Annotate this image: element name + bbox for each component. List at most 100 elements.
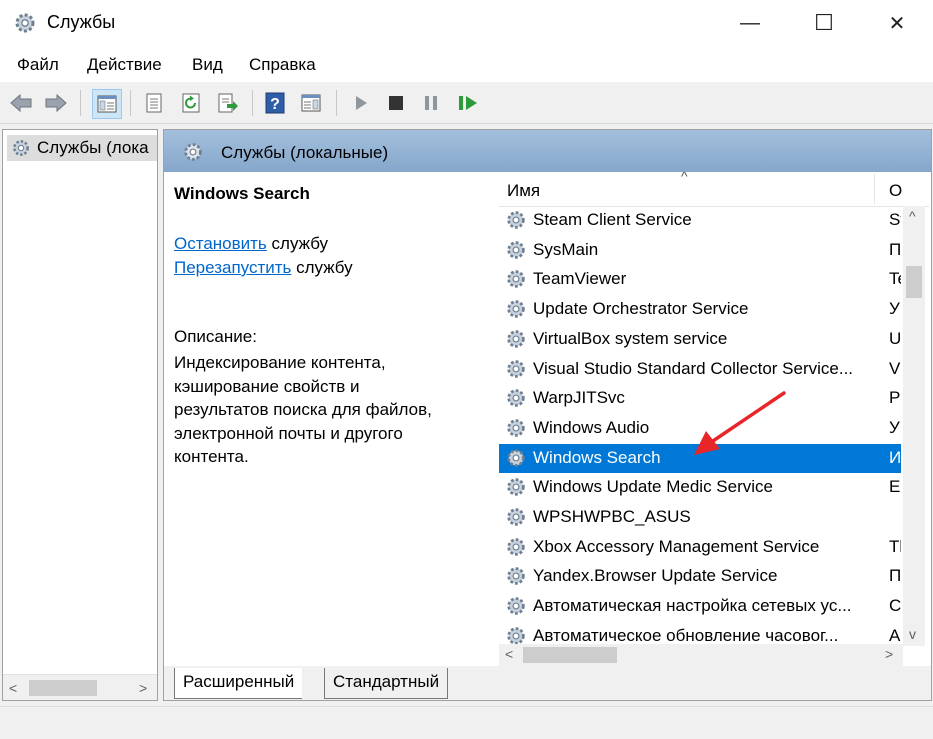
gear-icon	[505, 506, 527, 528]
menu-help[interactable]: Справка	[249, 55, 316, 75]
menu-view[interactable]: Вид	[192, 55, 223, 75]
service-description: П	[889, 566, 901, 586]
description-line: электронной почты и другого	[174, 423, 403, 443]
column-divider[interactable]	[874, 174, 875, 204]
service-row[interactable]: SysMain П	[499, 236, 901, 265]
stop-service-line: Остановить службу	[174, 234, 328, 254]
list-header: ^ Имя О	[499, 172, 929, 207]
selected-service-name: Windows Search	[174, 184, 310, 203]
refresh-icon[interactable]	[177, 89, 205, 117]
restart-service-line: Перезапустить службу	[174, 258, 353, 278]
gear-icon	[505, 328, 527, 350]
description-line: контента.	[174, 447, 249, 466]
scroll-down-icon[interactable]: v	[909, 626, 916, 642]
service-name: TeamViewer	[533, 269, 627, 289]
gear-icon	[505, 358, 527, 380]
service-row[interactable]: Visual Studio Standard Collector Service…	[499, 355, 901, 384]
minimize-button[interactable]: —	[715, 0, 785, 46]
scroll-right-icon[interactable]: >	[885, 646, 893, 662]
list-vertical-scrollbar[interactable]: ^ v	[903, 206, 925, 646]
scroll-left-icon[interactable]: <	[505, 646, 513, 662]
maximize-icon: ☐	[814, 10, 834, 35]
view-tabs: Расширенный Стандартный	[164, 666, 931, 700]
service-description: Vi	[889, 358, 901, 378]
back-arrow-icon[interactable]	[7, 89, 35, 117]
gear-icon	[505, 417, 527, 439]
gear-icon	[184, 143, 202, 161]
service-row[interactable]: Update Orchestrator Service У	[499, 295, 901, 324]
stop-service-icon[interactable]	[382, 89, 410, 117]
column-header-name[interactable]: Имя	[507, 181, 540, 201]
service-description: П	[889, 239, 901, 259]
list-horizontal-scrollbar[interactable]: < >	[499, 644, 903, 666]
description-label: Описание:	[174, 327, 257, 346]
service-row[interactable]: VirtualBox system service U	[499, 325, 901, 354]
gear-icon	[505, 209, 527, 231]
service-name: WPSHWPBC_ASUS	[533, 507, 691, 526]
scroll-thumb[interactable]	[906, 266, 922, 298]
tree-horizontal-scrollbar[interactable]: < >	[3, 674, 157, 700]
service-row[interactable]: Yandex.Browser Update Service П	[499, 562, 901, 591]
scroll-right-icon[interactable]: >	[139, 680, 147, 696]
service-name: Yandex.Browser Update Service	[533, 566, 778, 586]
properties-icon[interactable]	[140, 89, 168, 117]
service-description: Er	[889, 477, 901, 497]
minimize-icon: —	[740, 11, 760, 34]
service-description: У	[889, 299, 900, 319]
sort-ascending-icon: ^	[681, 172, 688, 184]
column-header-description[interactable]: О	[889, 181, 902, 201]
scroll-up-icon[interactable]: ^	[909, 208, 916, 224]
export-list-icon[interactable]	[214, 89, 242, 117]
service-name: Update Orchestrator Service	[533, 299, 749, 319]
restart-service-suffix: службу	[291, 258, 353, 277]
show-console-tree-icon[interactable]	[92, 89, 122, 119]
annotation-arrow-icon	[694, 391, 786, 455]
stop-service-link[interactable]: Остановить	[174, 234, 267, 253]
description-text: Индексирование контента, кэширование сво…	[174, 351, 474, 469]
service-name: Visual Studio Standard Collector Service…	[533, 358, 854, 378]
status-bar	[0, 706, 933, 739]
close-icon: ✕	[888, 12, 906, 35]
gear-icon	[505, 387, 527, 409]
svg-text:?: ?	[270, 96, 280, 113]
scroll-left-icon[interactable]: <	[9, 680, 17, 696]
service-description: Pr	[889, 388, 901, 408]
maximize-button[interactable]: ☐	[789, 0, 859, 46]
extended-description-panel: Windows Search Остановить службу Перезап…	[164, 172, 498, 666]
service-name: Xbox Accessory Management Service	[533, 536, 820, 556]
service-row[interactable]: Windows Update Medic Service Er	[499, 473, 901, 502]
scroll-thumb[interactable]	[523, 647, 617, 663]
service-description: И	[889, 447, 901, 467]
help-icon[interactable]: ?	[261, 89, 289, 117]
service-row[interactable]: Xbox Accessory Management Service Th	[499, 533, 901, 562]
gear-icon	[505, 565, 527, 587]
scroll-thumb[interactable]	[29, 680, 97, 696]
gear-icon	[505, 476, 527, 498]
pause-service-icon[interactable]	[417, 89, 445, 117]
show-hide-action-pane-icon[interactable]	[297, 89, 325, 117]
tab-standard[interactable]: Стандартный	[324, 668, 449, 699]
service-row[interactable]: Автоматическая настройка сетевых ус... С.	[499, 592, 901, 621]
forward-arrow-icon[interactable]	[42, 89, 70, 117]
restart-service-icon[interactable]	[454, 89, 482, 117]
service-description: Te	[889, 269, 901, 289]
service-row[interactable]: Steam Client Service St	[499, 206, 901, 235]
service-row[interactable]: TeamViewer Te	[499, 265, 901, 294]
gear-icon	[505, 298, 527, 320]
services-pane: Службы (локальные) Windows Search Остано…	[163, 129, 932, 701]
pane-header: Службы (локальные)	[164, 130, 931, 172]
service-description: А	[889, 625, 901, 645]
service-row[interactable]: WPSHWPBC_ASUS	[499, 503, 901, 532]
tree-item-services-local[interactable]: Службы (лока	[7, 135, 157, 161]
restart-service-link[interactable]: Перезапустить	[174, 258, 291, 277]
services-app-icon	[15, 13, 35, 33]
menu-file[interactable]: Файл	[17, 55, 59, 75]
menu-action[interactable]: Действие	[87, 55, 162, 75]
tab-extended[interactable]: Расширенный	[174, 668, 303, 699]
start-service-icon[interactable]	[347, 89, 375, 117]
stop-service-suffix: службу	[266, 234, 329, 253]
service-name: Steam Client Service	[533, 210, 692, 229]
close-button[interactable]: ✕	[862, 0, 932, 46]
pane-header-title: Службы (локальные)	[221, 143, 389, 162]
window-title: Службы	[47, 12, 116, 32]
